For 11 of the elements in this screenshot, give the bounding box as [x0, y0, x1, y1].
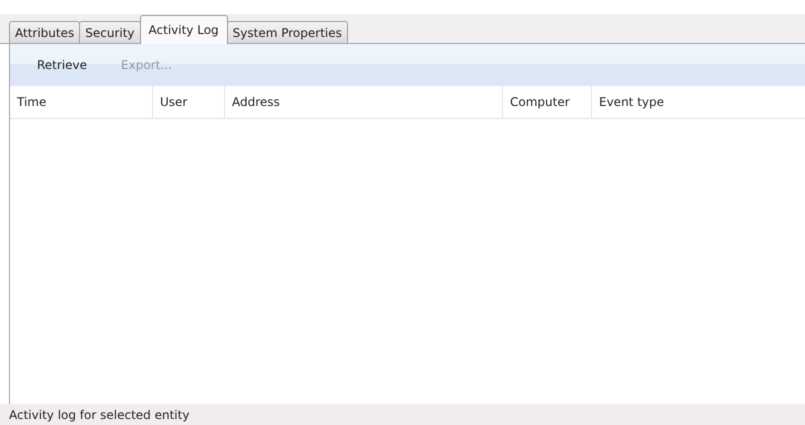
tab[interactable]: System Properties: [226, 21, 348, 43]
tab[interactable]: Activity Log: [140, 15, 228, 44]
column-header[interactable]: Address: [225, 86, 503, 118]
toolbar-button[interactable]: Retrieve: [24, 56, 100, 74]
column-header[interactable]: User: [153, 86, 225, 118]
tab[interactable]: Attributes: [9, 21, 80, 43]
status-bar: Activity log for selected entity: [0, 404, 805, 425]
column-header[interactable]: Time: [10, 86, 153, 118]
tab[interactable]: Security: [79, 21, 141, 43]
column-header[interactable]: Event type: [592, 86, 805, 118]
column-header[interactable]: Computer: [503, 86, 592, 118]
